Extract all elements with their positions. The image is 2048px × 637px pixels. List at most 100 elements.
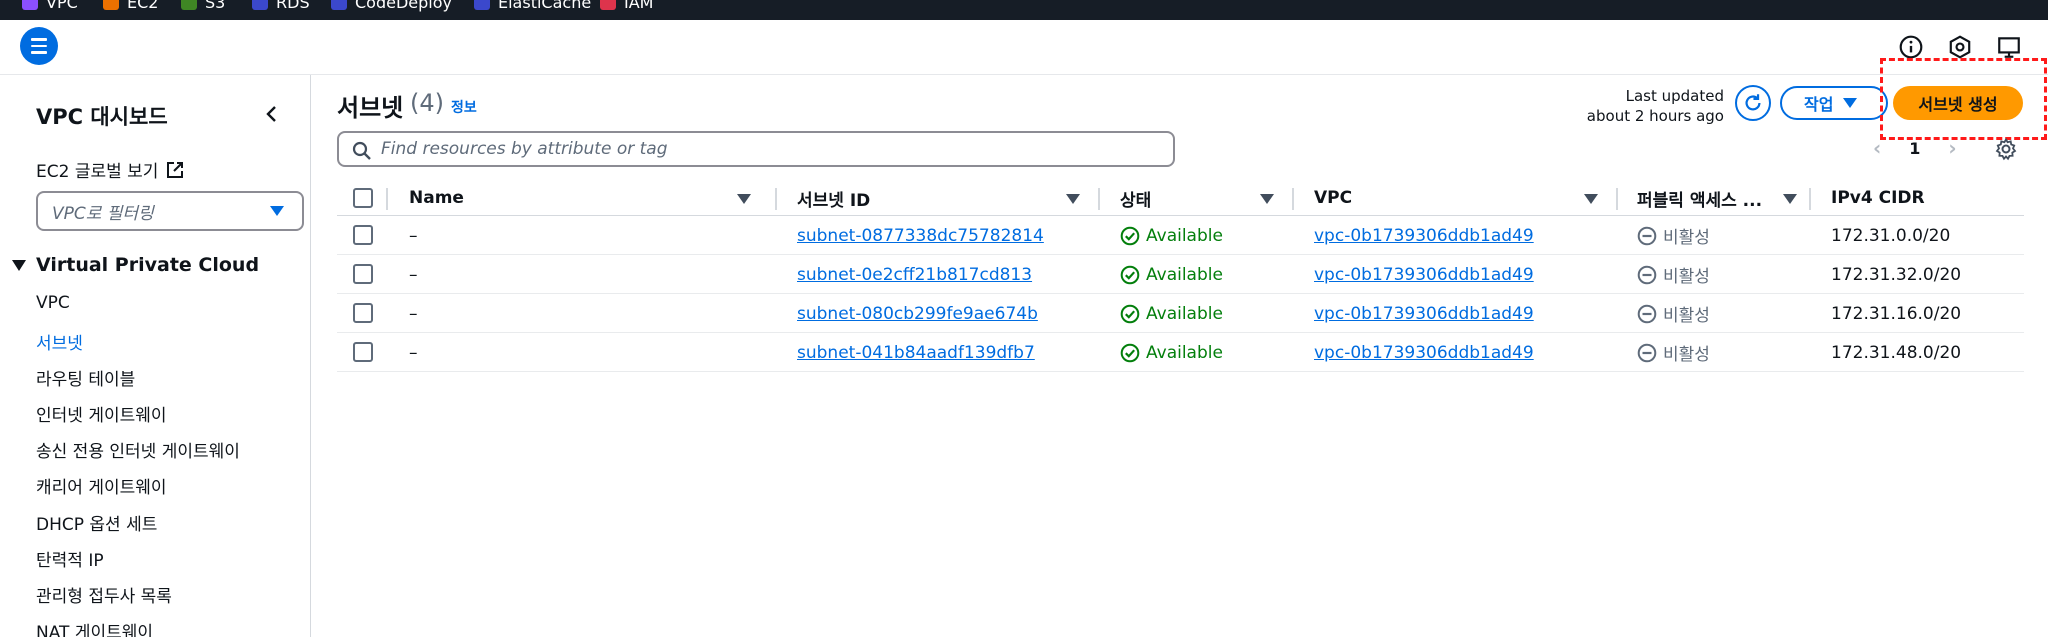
last-updated: Last updated about 2 hours ago <box>1560 86 1724 126</box>
column-divider[interactable] <box>1098 188 1100 210</box>
service-shortcut-codedeploy[interactable]: CodeDeploy <box>331 0 452 13</box>
caret-down-icon <box>270 206 284 216</box>
sidebar-item-vpc[interactable]: VPC <box>36 293 70 313</box>
section-virtual-private-cloud[interactable]: Virtual Private Cloud <box>12 254 259 276</box>
disabled-minus-icon <box>1637 265 1657 284</box>
cell-ipv4-cidr: 172.31.0.0/20 <box>1831 225 1951 246</box>
table-row[interactable]: – subnet-0877338dc75782814 Available vpc… <box>337 216 2024 255</box>
column-header-ipv4-cidr[interactable]: IPv4 CIDR <box>1831 180 1925 216</box>
public-access-status: 비활성 <box>1637 223 1710 248</box>
menu-line <box>31 44 47 48</box>
actions-label: 작업 <box>1804 95 1834 114</box>
column-divider[interactable] <box>1616 188 1618 210</box>
info-link[interactable]: 정보 <box>451 97 477 117</box>
public-access-text: 비활성 <box>1663 345 1710 365</box>
ec2-global-view-link[interactable]: EC2 글로벌 보기 <box>36 157 184 182</box>
table-row[interactable]: – subnet-0e2cff21b817cd813 Available vpc… <box>337 255 2024 294</box>
vpc-filter-select[interactable]: VPC로 필터링 <box>36 191 304 231</box>
status-text: Available <box>1146 303 1223 324</box>
sidebar-item-internet-gateways[interactable]: 인터넷 게이트웨이 <box>36 401 167 426</box>
row-checkbox[interactable] <box>353 264 373 284</box>
sidebar-item-elastic-ips[interactable]: 탄력적 IP <box>36 546 104 571</box>
vpc-id-link[interactable]: vpc-0b1739306ddb1ad49 <box>1314 226 1534 246</box>
row-checkbox[interactable] <box>353 225 373 245</box>
expand-triangle-icon <box>12 259 26 271</box>
select-all-checkbox[interactable] <box>353 188 373 208</box>
column-header-subnet-id[interactable]: 서브넷 ID <box>797 180 870 216</box>
vpc-id-link[interactable]: vpc-0b1739306ddb1ad49 <box>1314 343 1534 363</box>
settings-hexagon-icon[interactable] <box>1947 34 1973 60</box>
column-header-vpc[interactable]: VPC <box>1314 180 1352 216</box>
sidebar-item-dhcp-option-sets[interactable]: DHCP 옵션 세트 <box>36 510 157 535</box>
table-preferences-gear-icon[interactable] <box>1994 137 2018 161</box>
sidebar-title: VPC 대시보드 <box>36 105 168 129</box>
last-updated-label: Last updated <box>1625 87 1724 105</box>
column-header-state[interactable]: 상태 <box>1120 180 1151 216</box>
search-input[interactable]: Find resources by attribute or tag <box>337 131 1175 167</box>
subnet-id-link[interactable]: subnet-0877338dc75782814 <box>797 226 1044 246</box>
disabled-minus-icon <box>1637 226 1657 245</box>
column-header-public-access[interactable]: 퍼블릭 액세스 ... <box>1637 180 1762 216</box>
sort-caret-icon <box>1584 194 1598 204</box>
public-access-text: 비활성 <box>1663 267 1710 287</box>
vpc-id-link[interactable]: vpc-0b1739306ddb1ad49 <box>1314 304 1534 324</box>
sidebar-item-managed-prefix-lists[interactable]: 관리형 접두사 목록 <box>36 582 172 607</box>
sort-caret-icon <box>737 194 751 204</box>
subnet-id-link[interactable]: subnet-041b84aadf139dfb7 <box>797 343 1035 363</box>
public-access-status: 비활성 <box>1637 262 1710 287</box>
service-shortcut-ec2[interactable]: EC2 <box>103 0 158 13</box>
subnet-id-link[interactable]: subnet-080cb299fe9ae674b <box>797 304 1038 324</box>
subnet-id-link[interactable]: subnet-0e2cff21b817cd813 <box>797 265 1032 285</box>
column-divider[interactable] <box>1292 188 1294 210</box>
sidebar-item-carrier-gateways[interactable]: 캐리어 게이트웨이 <box>36 473 167 498</box>
feedback-icon[interactable] <box>1996 34 2022 60</box>
collapse-sidebar-icon[interactable] <box>262 102 282 126</box>
service-shortcut-vpc[interactable]: VPC <box>22 0 78 13</box>
column-divider <box>386 188 388 210</box>
service-shortcut-s3[interactable]: S3 <box>181 0 225 13</box>
actions-dropdown-button[interactable]: 작업 <box>1780 86 1888 120</box>
sidebar-item-nat-gateways[interactable]: NAT 게이트웨이 <box>36 618 153 637</box>
next-page-icon[interactable]: › <box>1948 136 1956 160</box>
info-icon[interactable] <box>1898 34 1924 60</box>
vpc-icon <box>22 0 38 10</box>
table-row[interactable]: – subnet-041b84aadf139dfb7 Available vpc… <box>337 333 2024 372</box>
rds-icon <box>252 0 268 10</box>
service-shortcut-rds[interactable]: RDS <box>252 0 310 13</box>
previous-page-icon[interactable]: ‹ <box>1873 136 1881 160</box>
refresh-button[interactable] <box>1735 85 1771 121</box>
table-header: Name 서브넷 ID 상태 VPC 퍼블릭 액세스 ... IPv4 CIDR <box>337 180 2024 216</box>
sidebar-item-subnets[interactable]: 서브넷 <box>36 329 83 354</box>
success-check-icon <box>1120 343 1140 362</box>
cell-name: – <box>409 303 418 324</box>
table-row[interactable]: – subnet-080cb299fe9ae674b Available vpc… <box>337 294 2024 333</box>
cell-name: – <box>409 342 418 363</box>
service-shortcut-elasticache[interactable]: ElastiCache <box>474 0 591 13</box>
sort-caret-icon <box>1260 194 1274 204</box>
hamburger-menu-button[interactable] <box>20 27 58 65</box>
sidebar-item-egress-only-gateways[interactable]: 송신 전용 인터넷 게이트웨이 <box>36 437 240 462</box>
column-divider[interactable] <box>1809 188 1811 210</box>
cell-name: – <box>409 264 418 285</box>
create-subnet-button[interactable]: 서브넷 생성 <box>1893 86 2023 120</box>
page-title: 서브넷 <box>337 94 404 122</box>
ec2-global-view-label: EC2 글로벌 보기 <box>36 162 159 182</box>
column-divider[interactable] <box>775 188 777 210</box>
success-check-icon <box>1120 265 1140 284</box>
sidebar-item-route-tables[interactable]: 라우팅 테이블 <box>36 365 135 390</box>
section-label: Virtual Private Cloud <box>36 254 260 276</box>
row-checkbox[interactable] <box>353 303 373 323</box>
row-checkbox[interactable] <box>353 342 373 362</box>
column-header-name[interactable]: Name <box>409 180 464 216</box>
sort-caret-icon <box>1783 194 1797 204</box>
ec2-icon <box>103 0 119 10</box>
current-page-number[interactable]: 1 <box>1909 139 1920 158</box>
last-updated-value: about 2 hours ago <box>1586 107 1724 125</box>
disabled-minus-icon <box>1637 304 1657 323</box>
disabled-minus-icon <box>1637 343 1657 362</box>
vpc-id-link[interactable]: vpc-0b1739306ddb1ad49 <box>1314 265 1534 285</box>
caret-down-icon <box>1843 98 1858 108</box>
console-header <box>0 20 2048 75</box>
public-access-text: 비활성 <box>1663 228 1710 248</box>
service-shortcut-iam[interactable]: IAM <box>600 0 653 13</box>
